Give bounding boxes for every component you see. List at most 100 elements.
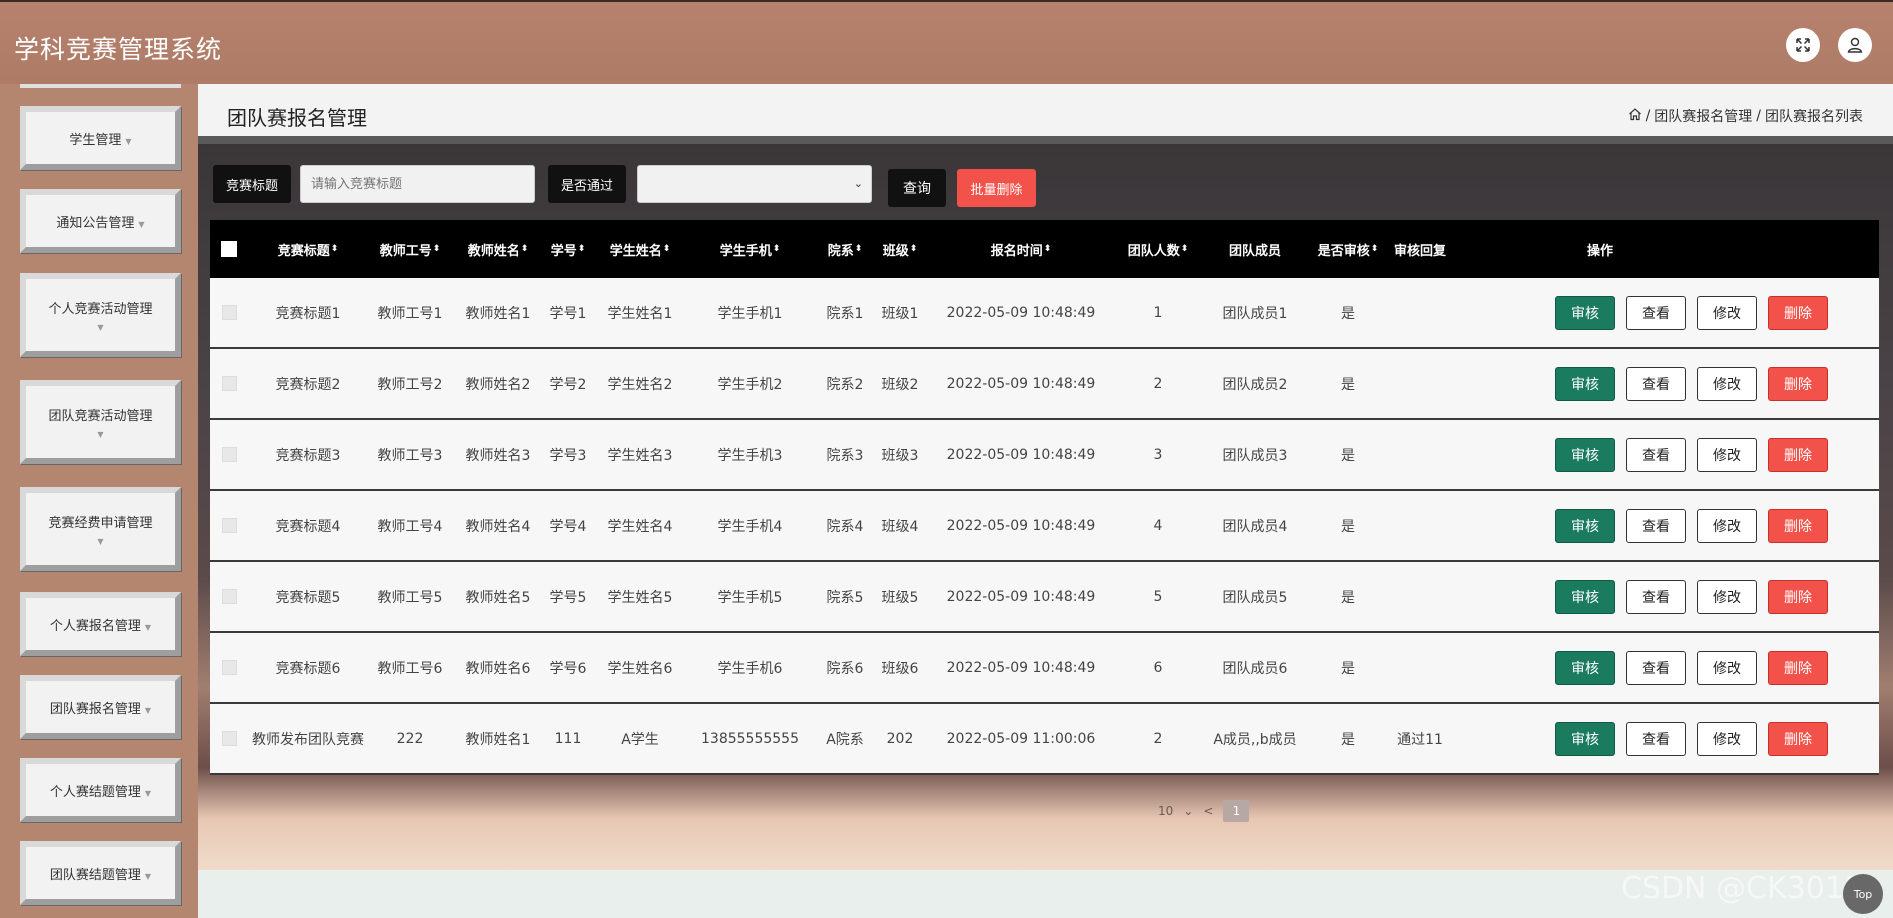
- sidebar-item-label: 团队赛结题管理: [49, 867, 141, 883]
- cell-signup-time: 2022-05-09 10:48:49: [946, 588, 1096, 605]
- page-size-select[interactable]: 10: [1158, 804, 1173, 818]
- view-button[interactable]: 查看: [1626, 509, 1686, 543]
- th-teacher-id[interactable]: 教师工号 ⬍: [370, 220, 450, 278]
- prev-page-icon[interactable]: <: [1203, 804, 1213, 818]
- view-button[interactable]: 查看: [1626, 651, 1686, 685]
- cell-audited: 是: [1341, 376, 1355, 393]
- cell-signup-time: 2022-05-09 10:48:49: [946, 517, 1096, 534]
- delete-button[interactable]: 删除: [1768, 438, 1828, 472]
- view-button[interactable]: 查看: [1626, 367, 1686, 401]
- th-class[interactable]: 班级 ⬍: [875, 220, 925, 278]
- cell-student-phone: 学生手机1: [717, 305, 783, 322]
- delete-button[interactable]: 删除: [1768, 580, 1828, 614]
- view-button[interactable]: 查看: [1626, 296, 1686, 330]
- cell-student-id: 学号5: [549, 589, 587, 606]
- audit-button[interactable]: 审核: [1555, 722, 1615, 756]
- row-checkbox[interactable]: [210, 704, 248, 773]
- cell-title: 竞赛标题3: [275, 447, 341, 464]
- audit-button[interactable]: 审核: [1555, 509, 1615, 543]
- cell-student-phone: 学生手机6: [717, 660, 783, 677]
- sidebar-item-individual-activities[interactable]: 个人竞赛活动管理 ▼: [20, 273, 181, 357]
- sidebar-item-individual-signup[interactable]: 个人赛报名管理 ▼: [20, 592, 181, 656]
- pass-filter-select[interactable]: ⌄: [637, 165, 872, 203]
- edit-button[interactable]: 修改: [1697, 438, 1757, 472]
- sidebar-item-label: 团队赛报名管理: [49, 701, 141, 717]
- app-title: 学科竞赛管理系统: [14, 35, 223, 64]
- page-title: 团队赛报名管理: [227, 106, 367, 130]
- delete-button[interactable]: 删除: [1768, 367, 1828, 401]
- th-teacher-name[interactable]: 教师姓名 ⬍: [458, 220, 538, 278]
- cell-teacher-id: 教师工号6: [377, 660, 443, 677]
- audit-button[interactable]: 审核: [1555, 651, 1615, 685]
- breadcrumb-separator: /: [1645, 108, 1651, 124]
- edit-button[interactable]: 修改: [1697, 580, 1757, 614]
- table-row: 竞赛标题2 教师工号2 教师姓名2 学号2 学生姓名2 学生手机2 院系2 班级2 2022-0…: [210, 349, 1879, 420]
- sidebar-item-funding[interactable]: 竞赛经费申请管理 ▼: [20, 487, 181, 571]
- th-student-phone[interactable]: 学生手机 ⬍: [690, 220, 810, 278]
- sidebar-item-team-signup[interactable]: 团队赛报名管理 ▼: [20, 675, 181, 739]
- audit-button[interactable]: 审核: [1555, 367, 1615, 401]
- sidebar-item-students[interactable]: 学生管理 ▼: [20, 106, 181, 170]
- view-button[interactable]: 查看: [1626, 580, 1686, 614]
- th-student-id[interactable]: 学号 ⬍: [543, 220, 593, 278]
- cell-teacher-name: 教师姓名1: [465, 731, 531, 748]
- sidebar-item-label: 团队竞赛活动管理: [48, 409, 153, 424]
- breadcrumb-level1[interactable]: 团队赛报名管理: [1654, 106, 1752, 126]
- batch-delete-button[interactable]: 批量删除: [957, 169, 1036, 207]
- pass-filter-label: 是否通过: [548, 165, 626, 203]
- view-button[interactable]: 查看: [1626, 438, 1686, 472]
- chevron-down-icon: ⌄: [853, 177, 863, 190]
- edit-button[interactable]: 修改: [1697, 651, 1757, 685]
- user-icon[interactable]: [1838, 28, 1872, 62]
- row-checkbox[interactable]: [210, 278, 248, 347]
- edit-button[interactable]: 修改: [1697, 722, 1757, 756]
- edit-button[interactable]: 修改: [1697, 296, 1757, 330]
- delete-button[interactable]: 删除: [1768, 651, 1828, 685]
- chevron-down-icon: ⌄: [1183, 804, 1194, 818]
- select-all-checkbox[interactable]: [210, 220, 248, 278]
- th-student-name[interactable]: 学生姓名 ⬍: [600, 220, 680, 278]
- row-checkbox[interactable]: [210, 349, 248, 418]
- sidebar-item-team-final[interactable]: 团队赛结题管理 ▼: [20, 841, 181, 905]
- cell-team-members: 团队成员3: [1222, 447, 1288, 464]
- title-search-input[interactable]: [300, 165, 535, 203]
- th-audited[interactable]: 是否审核 ⬍: [1310, 220, 1386, 278]
- cell-teacher-id: 教师工号1: [377, 305, 443, 322]
- audit-button[interactable]: 审核: [1555, 580, 1615, 614]
- row-checkbox[interactable]: [210, 633, 248, 702]
- th-department[interactable]: 院系 ⬍: [820, 220, 870, 278]
- th-title[interactable]: 竞赛标题 ⬍: [260, 220, 356, 278]
- row-checkbox[interactable]: [210, 491, 248, 560]
- cell-teacher-name: 教师姓名1: [465, 305, 531, 322]
- th-signup-time[interactable]: 报名时间 ⬍: [938, 220, 1104, 278]
- row-checkbox[interactable]: [210, 420, 248, 489]
- query-button[interactable]: 查询: [888, 169, 946, 207]
- delete-button[interactable]: 删除: [1768, 509, 1828, 543]
- home-icon[interactable]: [1628, 107, 1642, 125]
- table-row: 教师发布团队竞赛 222 教师姓名1 111 A学生 13855555555 A院系 202 2…: [210, 704, 1879, 775]
- th-team-members: 团队成员: [1228, 243, 1281, 259]
- sidebar-item-notices[interactable]: 通知公告管理 ▼: [20, 189, 181, 253]
- back-to-top-button[interactable]: Top: [1843, 874, 1883, 914]
- title-bar: 团队赛报名管理 / 团队赛报名管理 / 团队赛报名列表: [198, 84, 1893, 136]
- delete-button[interactable]: 删除: [1768, 296, 1828, 330]
- audit-button[interactable]: 审核: [1555, 438, 1615, 472]
- cell-audited: 是: [1341, 731, 1355, 748]
- sidebar-item-label: 个人赛报名管理: [49, 618, 141, 634]
- chevron-down-icon: ▼: [138, 219, 145, 229]
- sidebar-item-team-activities[interactable]: 团队竞赛活动管理 ▼: [20, 380, 181, 464]
- audit-button[interactable]: 审核: [1555, 296, 1615, 330]
- edit-button[interactable]: 修改: [1697, 509, 1757, 543]
- cell-student-id: 学号2: [549, 376, 587, 393]
- cell-team-size: 3: [1153, 446, 1163, 463]
- sidebar-item-individual-final[interactable]: 个人赛结题管理 ▼: [20, 758, 181, 822]
- cell-teacher-id: 222: [396, 730, 424, 747]
- th-team-size[interactable]: 团队人数 ⬍: [1118, 220, 1198, 278]
- fullscreen-icon[interactable]: [1786, 28, 1820, 62]
- cell-teacher-name: 教师姓名3: [465, 447, 531, 464]
- view-button[interactable]: 查看: [1626, 722, 1686, 756]
- row-checkbox[interactable]: [210, 562, 248, 631]
- edit-button[interactable]: 修改: [1697, 367, 1757, 401]
- delete-button[interactable]: 删除: [1768, 722, 1828, 756]
- page-number-current[interactable]: 1: [1223, 800, 1250, 822]
